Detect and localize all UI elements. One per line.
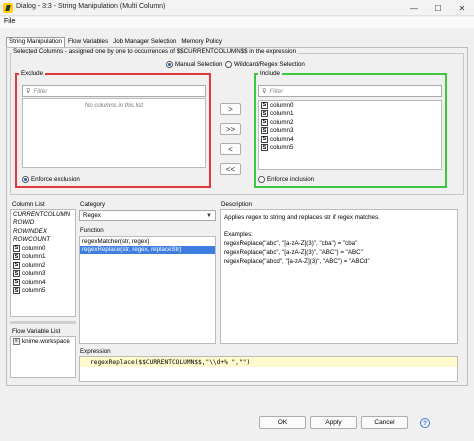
tab-flow-variables[interactable]: Flow Variables [65, 37, 111, 47]
list-item[interactable]: Scolumn3 [259, 127, 441, 136]
include-filter-input[interactable]: ⊽ Filter [258, 85, 442, 97]
include-title: Include [258, 70, 282, 77]
list-item[interactable]: Scolumn1 [259, 110, 441, 119]
filter-icon: ⊽ [26, 87, 31, 95]
selected-columns-title: Selected Columns - assigned one by one t… [12, 48, 298, 55]
menu-file[interactable]: File [4, 18, 15, 25]
close-window-button[interactable]: ✕ [450, 0, 474, 16]
add-all-button[interactable]: >> [220, 123, 241, 135]
list-item[interactable]: CURRENTCOLUMN [11, 210, 75, 219]
column-list[interactable]: CURRENTCOLUMN ROWID ROWINDEX ROWCOUNT Sc… [10, 209, 76, 317]
manual-selection-option[interactable]: Manual Selection [166, 61, 222, 68]
maximize-button[interactable]: ☐ [426, 0, 450, 16]
tab-job-manager-selection[interactable]: Job Manager Selection [111, 37, 179, 47]
tab-string-manipulation[interactable]: String Manipulation [6, 37, 65, 47]
description-example: regexReplace("abcd", "[a-zA-Z](3)", "ABC… [224, 258, 370, 265]
minimize-button[interactable]: — [402, 0, 426, 16]
enforce-exclusion-option[interactable]: Enforce exclusion [22, 176, 80, 183]
description-title: Description [221, 201, 252, 208]
remove-button[interactable]: < [220, 143, 241, 155]
flow-variable-icon: ≡ [13, 337, 20, 345]
cancel-button[interactable]: Cancel [361, 416, 408, 429]
list-item[interactable]: Scolumn2 [11, 261, 75, 270]
apply-button[interactable]: Apply [310, 416, 357, 429]
string-type-icon: S [261, 101, 268, 109]
add-button[interactable]: > [220, 103, 241, 115]
flow-variable-list[interactable]: ≡ knime.workspace [10, 336, 76, 378]
list-item[interactable]: ROWCOUNT [11, 236, 75, 245]
window-title: Dialog - 3:3 - String Manipulation (Mult… [16, 3, 166, 10]
list-item[interactable]: Scolumn4 [259, 135, 441, 144]
string-type-icon: S [261, 118, 268, 126]
title-bar: Dialog - 3:3 - String Manipulation (Mult… [0, 0, 474, 16]
description-example: regexReplace("abc", "[a-zA-Z](3)", "cba"… [224, 240, 358, 247]
string-type-icon: S [261, 144, 268, 152]
string-type-icon: S [13, 244, 20, 252]
list-item[interactable]: Scolumn0 [11, 244, 75, 253]
category-title: Category [80, 201, 106, 208]
string-type-icon: S [261, 110, 268, 118]
ok-button[interactable]: OK [259, 416, 306, 429]
function-list[interactable]: regexMatcher(str, regex) regexReplace(st… [79, 236, 216, 344]
list-item[interactable]: regexReplace(str, regex, replaceStr) [80, 245, 215, 254]
enforce-inclusion-option[interactable]: Enforce inclusion [258, 176, 314, 183]
filter-icon: ⊽ [262, 87, 267, 95]
description-example: regexReplace("abc", "[a-zA-Z](3)", "ABC"… [224, 249, 363, 256]
enforce-exclusion-radio[interactable] [22, 176, 29, 183]
expression-editor[interactable]: regexReplace($$CURRENTCOLUMN$$,"\\d+% ",… [79, 356, 458, 382]
list-item[interactable]: Scolumn5 [11, 287, 75, 296]
list-item[interactable]: Scolumn1 [11, 253, 75, 262]
expression-line[interactable]: regexReplace($$CURRENTCOLUMN$$,"\\d+% ",… [80, 357, 457, 367]
flow-variable-list-title: Flow Variable List [12, 328, 61, 335]
enforce-inclusion-radio[interactable] [258, 176, 265, 183]
description-panel: Applies regex to string and replaces str… [220, 209, 458, 344]
list-item[interactable]: Scolumn0 [259, 101, 441, 110]
wildcard-selection-radio[interactable] [225, 61, 232, 68]
tab-strip: String Manipulation Flow Variables Job M… [6, 37, 224, 47]
list-item[interactable]: Scolumn5 [259, 144, 441, 153]
list-item[interactable]: ROWID [11, 219, 75, 228]
expression-title: Expression [80, 348, 111, 355]
manual-selection-label: Manual Selection [175, 61, 223, 68]
description-summary: Applies regex to string and replaces str… [224, 214, 380, 221]
exclude-column-list[interactable]: No columns in this list [22, 98, 206, 168]
wildcard-selection-option[interactable]: Wildcard/Regex Selection [225, 61, 305, 68]
description-examples-label: Examples: [224, 231, 253, 238]
help-icon[interactable]: ? [420, 418, 430, 428]
string-type-icon: S [13, 270, 20, 278]
include-column-list[interactable]: Scolumn0 Scolumn1 Scolumn2 Scolumn3 Scol… [258, 100, 442, 170]
exclude-filter-input[interactable]: ⊽ Filter [22, 85, 206, 97]
function-title: Function [80, 227, 104, 234]
string-type-icon: S [13, 287, 20, 295]
list-item[interactable]: ≡ knime.workspace [11, 337, 75, 346]
knime-app-icon [3, 3, 13, 13]
string-type-icon: S [13, 278, 20, 286]
menu-bar: File [0, 17, 474, 28]
list-item[interactable]: Scolumn3 [11, 270, 75, 279]
exclude-filter-placeholder: Filter [33, 87, 48, 95]
string-type-icon: S [13, 253, 20, 261]
exclude-title: Exclude [19, 70, 46, 77]
column-list-title: Column List [12, 201, 45, 208]
remove-all-button[interactable]: << [220, 163, 241, 175]
category-selected-value: Regex [83, 212, 101, 219]
string-type-icon: S [261, 127, 268, 135]
list-item[interactable]: Scolumn4 [11, 278, 75, 287]
splitter-handle[interactable] [10, 321, 76, 324]
tab-memory-policy[interactable]: Memory Policy [179, 37, 224, 47]
chevron-down-icon: ▼ [206, 213, 212, 219]
list-item[interactable]: ROWINDEX [11, 227, 75, 236]
wildcard-selection-label: Wildcard/Regex Selection [234, 61, 305, 68]
string-type-icon: S [13, 261, 20, 269]
manual-selection-radio[interactable] [166, 61, 173, 68]
enforce-inclusion-label: Enforce inclusion [267, 176, 315, 183]
string-type-icon: S [261, 135, 268, 143]
exclude-empty-text: No columns in this list [84, 103, 144, 109]
enforce-exclusion-label: Enforce exclusion [31, 176, 80, 183]
list-item[interactable]: regexMatcher(str, regex) [80, 237, 215, 246]
list-item[interactable]: Scolumn2 [259, 118, 441, 127]
category-select[interactable]: Regex ▼ [79, 210, 216, 221]
include-filter-placeholder: Filter [269, 87, 284, 95]
